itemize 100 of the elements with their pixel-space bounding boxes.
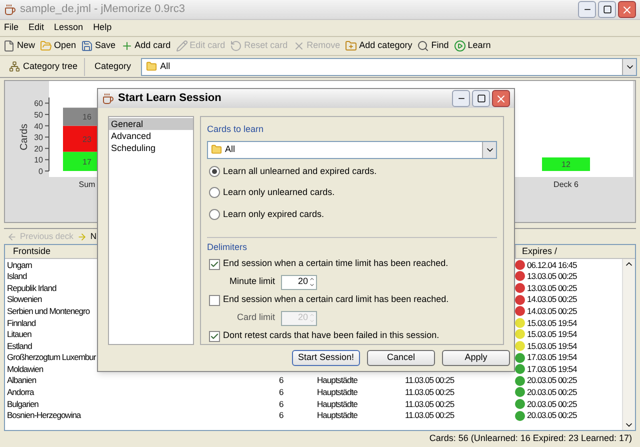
folder-icon — [40, 40, 52, 52]
table-cell: Litauen — [7, 329, 32, 340]
y-tick: 30 — [34, 133, 50, 142]
menu-item[interactable]: Help — [93, 21, 112, 35]
close-button[interactable] — [492, 90, 510, 107]
category-dropdown[interactable]: All — [207, 140, 497, 158]
spinner-field[interactable]: 20 — [281, 274, 317, 290]
table-cell: 11.03.05 00:25 — [405, 410, 454, 420]
dialog-button[interactable]: Cancel — [367, 350, 435, 366]
table-cell: Andorra — [7, 387, 34, 398]
table-cell: 11.03.05 00:25 — [405, 398, 454, 409]
toolbar-button[interactable]: Open — [40, 39, 76, 53]
group-label: Cards to learn — [207, 123, 265, 136]
dialog-title: Start Learn Session — [118, 91, 222, 106]
bar-segment: 12 — [542, 157, 590, 171]
table-cell: 6 — [279, 410, 284, 420]
toolbar-button[interactable]: Add category — [345, 39, 412, 53]
arrow-left-icon — [7, 232, 17, 242]
y-tick-label: 0 — [38, 167, 44, 176]
y-tick-label: 50 — [34, 110, 44, 120]
table-cell: 14.03.05 00:25 — [527, 306, 577, 316]
toolbar-button[interactable]: Save — [81, 39, 116, 53]
spin-up-icon[interactable] — [309, 276, 315, 282]
y-tick: 0 — [38, 167, 50, 176]
spin-down-icon[interactable] — [309, 282, 315, 288]
table-cell: 11.03.05 00:25 — [405, 375, 454, 386]
y-tick-label: 20 — [34, 144, 44, 154]
table-cell: Moldawien — [7, 364, 44, 374]
table-cell: 17.03.05 19:54 — [527, 364, 577, 374]
check-icon — [210, 332, 219, 340]
spinner-label: Card limit — [236, 311, 275, 324]
deck-nav-button[interactable]: N — [77, 230, 97, 243]
checkbox[interactable] — [209, 258, 220, 270]
checkbox[interactable] — [209, 294, 220, 306]
maximize-icon — [602, 5, 612, 14]
table-cell: 06.12.04 16:45 — [527, 260, 577, 270]
window-title: sample_de.jml - jMemorize 0.9rc3 — [20, 2, 186, 18]
table-cell: Republik Irland — [7, 282, 56, 293]
toolbar-button[interactable]: Find — [417, 39, 449, 53]
radio-label: Learn all unlearned and expired cards. — [223, 164, 377, 178]
tree-icon — [9, 61, 20, 72]
table-cell: Albanien — [7, 375, 36, 386]
table-cell: Ungarn — [7, 260, 32, 270]
dialog-button[interactable]: Start Session! — [292, 350, 360, 366]
table-cell: Island — [7, 271, 27, 282]
y-tick-label: 40 — [34, 122, 44, 131]
close-icon — [292, 40, 305, 52]
toolbar-button[interactable]: Learn — [454, 39, 491, 53]
table-cell: Hauptstädte — [317, 410, 358, 420]
radio-button[interactable] — [209, 187, 220, 198]
table-cell: 20.03.05 00:25 — [527, 411, 577, 420]
radio-button[interactable] — [209, 166, 220, 177]
radio-label: Learn only unlearned cards. — [223, 186, 335, 199]
table-cell: 20.03.05 00:25 — [527, 388, 577, 397]
menu-item[interactable]: Lesson — [54, 21, 84, 35]
x-label: Deck 6 — [554, 180, 578, 189]
toolbar-button[interactable]: New — [3, 39, 36, 53]
page-list-item[interactable]: General — [109, 118, 193, 130]
category-tree-button[interactable]: Category tree — [3, 58, 85, 76]
maximize-button[interactable] — [598, 1, 616, 18]
table-cell: 15.03.05 19:54 — [527, 342, 577, 350]
maximize-button[interactable] — [472, 90, 490, 107]
menu-item[interactable]: Edit — [28, 21, 44, 35]
table-cell: 17.03.05 19:54 — [527, 353, 577, 362]
data-label: 12 — [562, 160, 571, 170]
category-dropdown[interactable]: All — [141, 58, 637, 76]
file-icon — [3, 40, 15, 52]
table-cell: 20.03.05 00:25 — [527, 400, 577, 408]
menu-item[interactable]: File — [4, 21, 19, 35]
save-icon — [81, 40, 94, 52]
checkbox[interactable] — [209, 330, 220, 342]
folder-icon — [211, 144, 222, 155]
toolbar-button[interactable]: Add card — [120, 39, 171, 53]
dialog-button[interactable]: Apply — [442, 350, 510, 366]
radio-button[interactable] — [209, 208, 220, 220]
checkbox-label: End session when a certain time limit has been reached. — [223, 257, 448, 270]
table-cell: 11.03.05 00:25 — [405, 387, 454, 398]
table-cell: Hauptstädte — [317, 398, 358, 409]
data-label: 17 — [82, 157, 92, 166]
play-icon — [454, 40, 466, 52]
plus-icon — [120, 40, 133, 52]
x-label: Sum — [78, 180, 96, 189]
arrow-right-icon — [77, 232, 88, 242]
y-tick: 60 — [34, 99, 50, 108]
page-list-item[interactable]: Advanced — [109, 130, 193, 142]
y-tick: 10 — [34, 156, 50, 165]
scrollbar[interactable] — [622, 259, 635, 430]
status-text: Cards: 56 (Unlearned: 16 Expired: 23 Learned: 17) — [429, 432, 632, 446]
page-list-item[interactable]: Scheduling — [109, 142, 193, 154]
undo-icon — [230, 40, 242, 52]
table-cell: Großherzogtum Luxembur — [7, 352, 96, 362]
y-tick-label: 10 — [34, 156, 44, 165]
y-axis-label: Cards — [19, 124, 30, 150]
table-cell: 13.03.05 00:25 — [527, 272, 577, 281]
data-label: 16 — [82, 112, 92, 122]
table-cell: 13.03.05 00:25 — [527, 284, 577, 292]
checkbox-label: End session when a certain card limit has been reached. — [223, 293, 449, 306]
check-icon — [210, 260, 219, 268]
close-button[interactable] — [618, 1, 636, 18]
folder-plus-icon — [345, 40, 358, 52]
